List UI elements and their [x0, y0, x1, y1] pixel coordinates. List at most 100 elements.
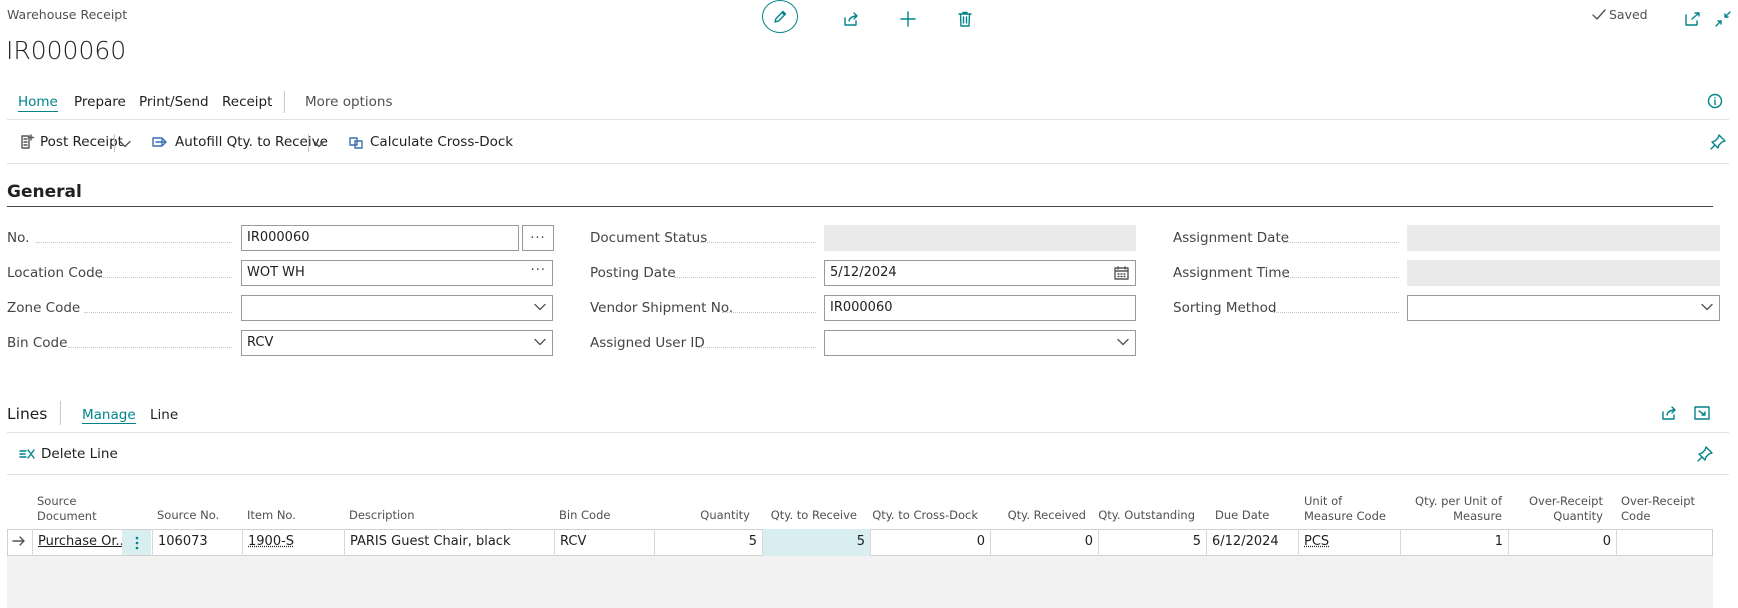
- col-over-receipt-qty[interactable]: Over-Receipt Quantity: [1518, 494, 1603, 524]
- cell-source-no[interactable]: 106073: [152, 529, 242, 556]
- post-receipt-dropdown[interactable]: [119, 140, 131, 148]
- label-leader: [36, 242, 232, 243]
- chevron-down-icon: [119, 140, 131, 148]
- document-status-field: [824, 225, 1136, 251]
- zone-code-field[interactable]: [241, 295, 553, 321]
- lines-share-button[interactable]: [1661, 405, 1679, 421]
- lookup-ellipsis-icon[interactable]: ···: [531, 263, 546, 278]
- col-quantity[interactable]: Quantity: [660, 508, 750, 523]
- tab-print-send[interactable]: Print/Send: [139, 94, 209, 110]
- pin-icon: [1710, 134, 1726, 150]
- posting-date-field[interactable]: 5/12/2024: [824, 260, 1136, 286]
- lines-tab-line[interactable]: Line: [150, 407, 178, 423]
- open-new-window-button[interactable]: [1680, 6, 1706, 32]
- assigned-user-id-label: Assigned User ID: [590, 335, 705, 351]
- label-leader: [1283, 277, 1399, 278]
- col-qty-outstanding[interactable]: Qty. Outstanding: [1096, 508, 1195, 523]
- col-qty-to-cross-dock[interactable]: Qty. to Cross-Dock: [866, 508, 978, 523]
- col-qty-received[interactable]: Qty. Received: [990, 508, 1086, 523]
- lines-menu-divider: [7, 432, 1729, 433]
- arrow-right-icon: [12, 536, 25, 546]
- cell-quantity[interactable]: 5: [654, 529, 762, 556]
- delete-button[interactable]: [952, 6, 978, 32]
- autofill-qty-button[interactable]: Autofill Qty. to Receive: [152, 134, 328, 150]
- no-assist-button[interactable]: ···: [522, 225, 554, 251]
- col-source-document[interactable]: Source Document: [37, 494, 117, 524]
- assignment-time-label: Assignment Time: [1173, 265, 1290, 281]
- info-icon: [1707, 93, 1723, 109]
- chevron-down-icon: [1117, 338, 1129, 346]
- col-qty-to-receive[interactable]: Qty. to Receive: [760, 508, 857, 523]
- col-due-date[interactable]: Due Date: [1215, 508, 1269, 523]
- chevron-down-icon: [1701, 303, 1713, 311]
- lines-tab-manage[interactable]: Manage: [82, 407, 136, 424]
- cell-qty-per-uom[interactable]: 1: [1400, 529, 1508, 556]
- calendar-icon[interactable]: [1114, 266, 1129, 280]
- col-qty-per-uom[interactable]: Qty. per Unit of Measure: [1406, 494, 1502, 524]
- edit-button[interactable]: [762, 0, 798, 33]
- posting-date-label: Posting Date: [590, 265, 676, 281]
- row-selector[interactable]: [12, 535, 26, 547]
- cell-qty-outstanding[interactable]: 5: [1098, 529, 1206, 556]
- col-bin-code[interactable]: Bin Code: [559, 508, 610, 523]
- location-code-value: WOT WH: [247, 265, 305, 280]
- label-leader: [68, 347, 232, 348]
- lines-expand-button[interactable]: [1694, 405, 1710, 421]
- cell-over-receipt-code[interactable]: [1616, 529, 1712, 556]
- col-item-no[interactable]: Item No.: [247, 508, 296, 523]
- more-options-tab[interactable]: More options: [305, 94, 392, 110]
- col-over-receipt-code[interactable]: Over-Receipt Code: [1621, 494, 1701, 524]
- cell-bin-code[interactable]: RCV: [554, 529, 654, 556]
- cell-qty-to-cross-dock[interactable]: 0: [870, 529, 990, 556]
- general-section-title[interactable]: General: [7, 182, 82, 202]
- col-uom-code[interactable]: Unit of Measure Code: [1304, 494, 1394, 524]
- no-label: No.: [7, 230, 30, 246]
- new-button[interactable]: [895, 6, 921, 32]
- cell-description[interactable]: PARIS Guest Chair, black: [344, 529, 554, 556]
- collapse-button[interactable]: [1710, 6, 1736, 32]
- page-type-caption: Warehouse Receipt: [7, 7, 128, 22]
- cross-dock-label: Calculate Cross-Dock: [370, 134, 514, 150]
- post-receipt-button[interactable]: Post Receipt: [19, 134, 123, 150]
- delete-line-button[interactable]: Delete Line: [19, 446, 118, 462]
- sorting-method-field[interactable]: [1407, 295, 1720, 321]
- label-leader: [1273, 312, 1399, 313]
- cell-over-receipt-qty[interactable]: 0: [1508, 529, 1616, 556]
- open-in-new-window-icon: [1685, 12, 1700, 26]
- tab-prepare[interactable]: Prepare: [74, 94, 126, 110]
- col-description[interactable]: Description: [349, 508, 415, 523]
- label-leader: [698, 347, 816, 348]
- cell-uom-code[interactable]: PCS: [1298, 529, 1400, 556]
- page-title: IR000060: [6, 36, 127, 65]
- cell-item-no[interactable]: 1900-S: [242, 529, 344, 556]
- assigned-user-id-field[interactable]: [824, 330, 1136, 356]
- document-status-label: Document Status: [590, 230, 708, 246]
- cell-qty-to-receive[interactable]: 5: [762, 529, 870, 556]
- location-code-field[interactable]: WOT WH ···: [241, 260, 553, 286]
- tab-home[interactable]: Home: [18, 94, 58, 112]
- grid-empty-area: [7, 556, 1713, 608]
- no-field[interactable]: IR000060: [241, 225, 519, 251]
- collapse-icon: [1715, 11, 1731, 27]
- bin-code-field[interactable]: RCV: [241, 330, 553, 356]
- share-button[interactable]: [839, 6, 865, 32]
- pin-action-bar-button[interactable]: [1710, 134, 1726, 150]
- cell-qty-received[interactable]: 0: [990, 529, 1098, 556]
- label-leader: [84, 312, 232, 313]
- chevron-down-icon: [313, 140, 325, 148]
- section-rule: [7, 206, 1713, 207]
- tab-receipt[interactable]: Receipt: [222, 94, 272, 110]
- cell-source-document[interactable]: Purchase Or...: [32, 529, 122, 556]
- row-actions-button[interactable]: [122, 530, 151, 555]
- menu-divider-line: [7, 119, 1729, 120]
- col-source-no[interactable]: Source No.: [157, 508, 219, 523]
- pin-lines-bar-button[interactable]: [1697, 446, 1713, 462]
- cell-due-date[interactable]: 6/12/2024: [1206, 529, 1298, 556]
- lines-section-title[interactable]: Lines: [7, 405, 47, 423]
- info-button[interactable]: [1707, 93, 1723, 109]
- label-leader: [722, 312, 816, 313]
- calculate-cross-dock-button[interactable]: Calculate Cross-Dock: [349, 134, 513, 150]
- autofill-dropdown[interactable]: [313, 140, 325, 148]
- lines-divider: [60, 401, 61, 425]
- vendor-shipment-no-field[interactable]: IR000060: [824, 295, 1136, 321]
